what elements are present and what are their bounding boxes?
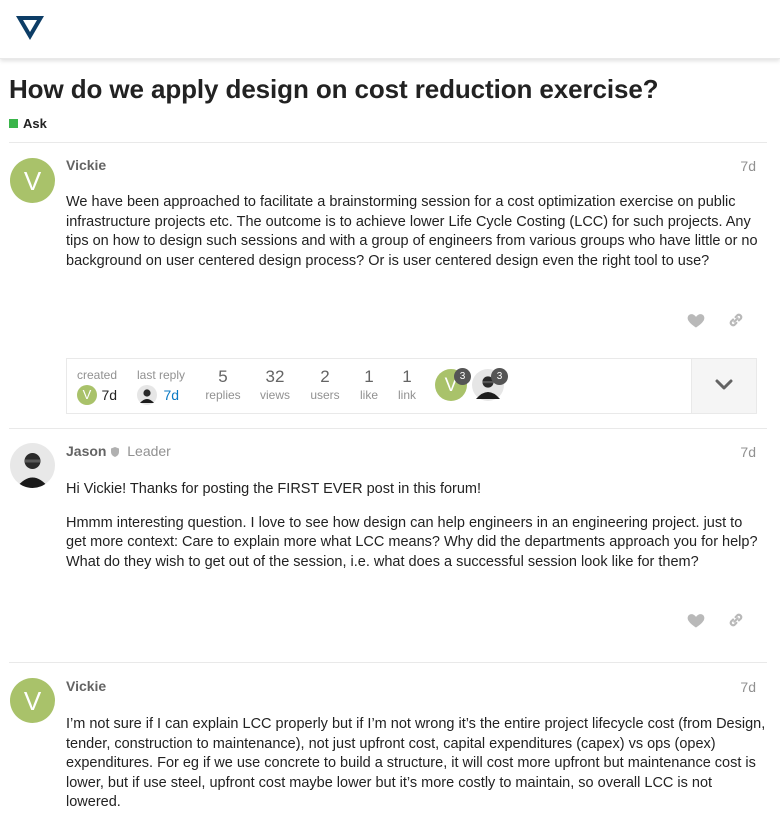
expand-summary-button[interactable]	[691, 359, 756, 413]
summary-label: views	[259, 388, 290, 402]
post-username-text: Jason	[66, 443, 107, 459]
post-date[interactable]: 7d	[740, 444, 756, 460]
category-color-swatch	[9, 119, 18, 128]
link-icon[interactable]	[726, 610, 746, 630]
post-paragraph: Hmmm interesting question. I love to see…	[66, 514, 758, 570]
post-username[interactable]: Jason Leader	[66, 443, 171, 459]
summary-last-reply[interactable]: last reply 7d	[137, 359, 197, 405]
summary-label: like	[359, 388, 378, 402]
divider	[9, 142, 767, 143]
participant-post-count: 3	[491, 368, 508, 385]
divider	[9, 662, 767, 663]
category-label: Ask	[23, 116, 47, 131]
participant-post-count: 3	[454, 368, 471, 385]
summary-created[interactable]: created V 7d	[77, 359, 119, 405]
summary-created-value: 7d	[101, 387, 118, 403]
user-title-badge: Leader	[127, 443, 171, 459]
summary-label: users	[310, 388, 340, 402]
post-body: We have been approached to facilitate a …	[66, 193, 766, 283]
summary-likes: 1 like	[353, 359, 385, 402]
summary-last-reply-label: last reply	[137, 368, 186, 382]
heart-icon[interactable]	[686, 610, 706, 630]
post-username[interactable]: Vickie	[66, 678, 106, 694]
avatar	[137, 385, 157, 405]
triangle-logo-icon[interactable]	[14, 14, 46, 42]
avatar: V	[77, 385, 97, 405]
topic-summary: created V 7d last reply 7d 5 replies 32 …	[66, 358, 757, 414]
post-date[interactable]: 7d	[740, 679, 756, 695]
chevron-down-icon	[715, 379, 733, 390]
avatar[interactable]: V	[10, 158, 55, 203]
post-date[interactable]: 7d	[740, 158, 756, 174]
summary-count: 1	[402, 367, 412, 386]
summary-last-reply-value: 7d	[163, 387, 180, 403]
divider	[9, 428, 767, 429]
summary-label: replies	[205, 388, 241, 402]
summary-count: 2	[320, 367, 330, 386]
site-header	[0, 0, 780, 59]
avatar[interactable]	[10, 443, 55, 488]
avatar[interactable]: V	[10, 678, 55, 723]
post-paragraph: We have been approached to facilitate a …	[66, 194, 758, 269]
category-badge[interactable]: Ask	[9, 116, 47, 131]
post-username[interactable]: Vickie	[66, 157, 106, 173]
post-body: I’m not sure if I can explain LCC proper…	[66, 715, 766, 825]
summary-users: 2 users	[305, 359, 345, 402]
summary-count: 1	[364, 367, 374, 386]
topic-title: How do we apply design on cost reduction…	[9, 74, 659, 104]
summary-views: 32 views	[255, 359, 295, 402]
summary-replies: 5 replies	[203, 359, 243, 402]
shield-icon	[111, 447, 120, 457]
post-paragraph: I’m not sure if I can explain LCC proper…	[66, 716, 766, 810]
summary-count: 5	[218, 367, 228, 386]
summary-count: 32	[265, 367, 285, 386]
heart-icon[interactable]	[686, 310, 706, 330]
link-icon[interactable]	[726, 310, 746, 330]
summary-links: 1 link	[391, 359, 423, 402]
summary-created-label: created	[77, 368, 118, 382]
post-paragraph: Hi Vickie! Thanks for posting the FIRST …	[66, 481, 482, 497]
summary-label: link	[397, 388, 416, 402]
user-photo-icon	[10, 443, 55, 488]
post-body: Hi Vickie! Thanks for posting the FIRST …	[66, 480, 766, 584]
